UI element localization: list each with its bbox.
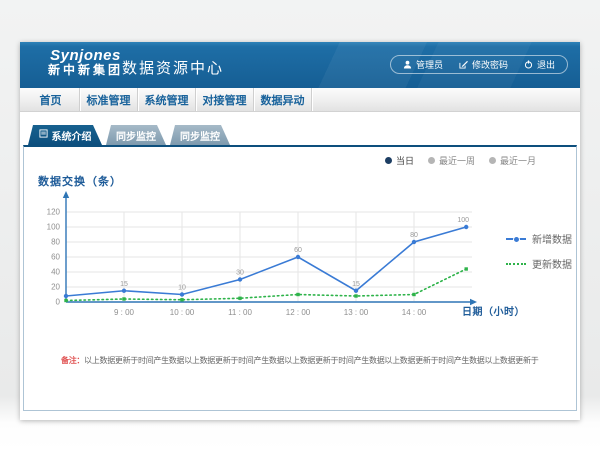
data-point [354, 289, 358, 293]
logout-button[interactable]: 退出 [524, 58, 555, 71]
footnote: 备注：以上数据更新于时间产生数据以上数据更新于时间产生数据以上数据更新于时间产生… [61, 355, 538, 366]
chart-x-axis-title: 日期（小时） [462, 305, 525, 318]
user-menu-label: 管理员 [416, 58, 443, 71]
data-point [238, 277, 242, 281]
app-window: Synjones 新中新集团 数据资源中心 管理员 修改密码 退出 首页 标准管… [20, 42, 580, 420]
legend-item-new-data[interactable]: 新增数据 [506, 231, 572, 246]
nav-item-home[interactable]: 首页 [22, 88, 80, 111]
solid-line-icon [506, 238, 526, 240]
data-point-label: 80 [410, 232, 418, 239]
document-icon [39, 129, 48, 141]
logout-icon [524, 60, 533, 69]
data-point [296, 293, 299, 296]
y-tick-label: 0 [56, 298, 61, 307]
tab-bar: 系统介绍 同步监控 同步监控 [28, 125, 230, 145]
x-tick-label: 10 : 00 [170, 308, 195, 317]
x-tick-label: 14 : 00 [402, 308, 427, 317]
logout-label: 退出 [537, 58, 555, 71]
nav-item-system[interactable]: 系统管理 [138, 88, 196, 111]
logo-brand-text: Synjones [48, 47, 123, 64]
chart-legend: 新增数据 更新数据 [506, 231, 572, 271]
x-tick-label: 9 : 00 [114, 308, 135, 317]
dotted-line-icon [506, 263, 526, 265]
legend-label: 更新数据 [532, 256, 572, 271]
nav-item-standards[interactable]: 标准管理 [80, 88, 138, 111]
edit-icon [459, 60, 468, 69]
legend-label: 新增数据 [532, 231, 572, 246]
data-point [122, 297, 125, 300]
user-icon [403, 60, 412, 69]
data-point [296, 255, 300, 259]
legend-item-updated-data[interactable]: 更新数据 [506, 256, 572, 271]
y-tick-label: 20 [51, 283, 60, 292]
tab-label: 同步监控 [180, 128, 220, 143]
data-point [64, 299, 67, 302]
data-point [465, 267, 468, 270]
data-point-label: 10 [178, 285, 186, 292]
change-password-label: 修改密码 [472, 58, 508, 71]
y-tick-label: 100 [47, 223, 61, 232]
tab-system-intro[interactable]: 系统介绍 [28, 125, 102, 145]
data-point [180, 292, 184, 296]
y-tick-label: 40 [51, 268, 60, 277]
logo-company-text: 新中新集团 [48, 64, 123, 78]
tab-sync-monitor-2[interactable]: 同步监控 [170, 125, 230, 145]
data-point [354, 294, 357, 297]
data-point [180, 298, 183, 301]
y-tick-label: 120 [47, 208, 61, 217]
x-axis-arrow-icon [470, 299, 477, 305]
app-header: Synjones 新中新集团 数据资源中心 管理员 修改密码 退出 [20, 42, 580, 88]
footnote-prefix: 备注： [61, 356, 84, 365]
tab-label: 同步监控 [116, 128, 156, 143]
x-tick-label: 11 : 00 [228, 308, 252, 317]
logo: Synjones 新中新集团 [48, 47, 123, 78]
data-point-label: 60 [294, 247, 302, 254]
main-nav: 首页 标准管理 系统管理 对接管理 数据异动 [20, 88, 580, 112]
line-chart: 0 20 40 60 80 100 120 9 : 00 10 : 00 11 : 00 12 : … [24, 147, 578, 337]
footnote-text: 以上数据更新于时间产生数据以上数据更新于时间产生数据以上数据更新于时间产生数据以… [84, 356, 538, 365]
data-point-label: 15 [120, 281, 128, 288]
data-point [238, 297, 241, 300]
x-tick-label: 12 : 00 [286, 308, 311, 317]
change-password-button[interactable]: 修改密码 [459, 58, 508, 71]
content-panel: 当日 最近一周 最近一月 数据交换（条） 0204060801001209 : … [23, 145, 577, 411]
data-point-label: 30 [236, 270, 244, 277]
data-point [64, 294, 68, 298]
x-tick-label: 13 : 00 [344, 308, 369, 317]
data-point-label: 15 [352, 281, 360, 288]
page-title: 数据资源中心 [122, 57, 224, 78]
data-point [122, 289, 126, 293]
data-point [412, 240, 416, 244]
y-tick-label: 80 [51, 238, 60, 247]
data-point-label: 100 [457, 217, 469, 224]
tab-label: 系统介绍 [52, 128, 92, 143]
y-tick-label: 60 [51, 253, 60, 262]
user-toolbar: 管理员 修改密码 退出 [390, 55, 568, 74]
tab-sync-monitor-1[interactable]: 同步监控 [106, 125, 166, 145]
nav-item-data-change[interactable]: 数据异动 [254, 88, 312, 111]
y-axis-arrow-icon [63, 191, 69, 198]
user-menu-admin[interactable]: 管理员 [403, 58, 443, 71]
data-point [412, 293, 415, 296]
data-point [464, 225, 468, 229]
nav-item-integration[interactable]: 对接管理 [196, 88, 254, 111]
